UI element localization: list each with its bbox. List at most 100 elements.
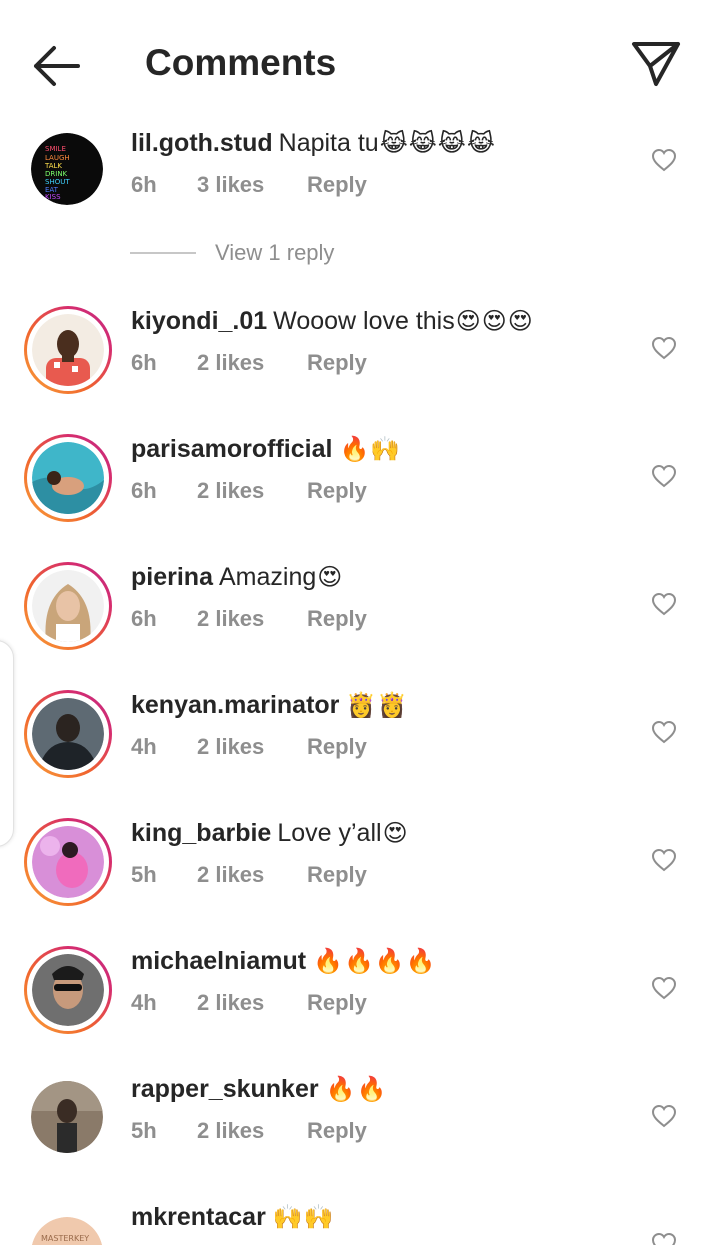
svg-text:DRINK: DRINK: [45, 170, 68, 178]
comment-item: kiyondi_.01 Wooow love this😍😍😍 6h 2 likes R…: [0, 306, 720, 426]
comment-username[interactable]: king_barbie: [131, 819, 271, 847]
svg-text:KISS: KISS: [45, 193, 61, 201]
comment-username[interactable]: mkrentacar: [131, 1203, 266, 1231]
reply-button[interactable]: Reply: [307, 478, 367, 504]
comment-meta: 5h 2 likes Reply: [131, 862, 367, 888]
comment-likes[interactable]: 2 likes: [197, 990, 307, 1016]
heart-icon[interactable]: [651, 148, 677, 172]
comment-emoji: 😹😹😹😹: [379, 130, 496, 157]
comment-text: Amazing: [218, 563, 317, 591]
comment-meta: 6h 2 likes Reply: [131, 606, 367, 632]
comment-emoji: 🙌🙌: [272, 1204, 335, 1231]
svg-text:TALK: TALK: [44, 162, 62, 170]
page-title: Comments: [145, 42, 337, 83]
heart-icon[interactable]: [651, 1104, 677, 1128]
comment-likes[interactable]: 2 likes: [197, 1118, 307, 1144]
reply-button[interactable]: Reply: [307, 734, 367, 760]
comment-item: rapper_skunker 🔥🔥 5h 2 likes Reply: [0, 1074, 720, 1194]
comment-meta: 4h 2 likes Reply: [131, 734, 367, 760]
comment-username[interactable]: rapper_skunker: [131, 1075, 319, 1103]
comment-meta: 6h 2 likes Reply: [131, 350, 367, 376]
heart-icon[interactable]: [651, 976, 677, 1000]
avatar-image: MASTERKEY: [31, 1217, 103, 1245]
comment-time: 6h: [131, 350, 157, 375]
comment-time: 6h: [131, 606, 157, 631]
heart-icon[interactable]: [651, 1232, 677, 1245]
share-button[interactable]: [628, 36, 684, 92]
avatar[interactable]: [24, 1074, 112, 1162]
comment-username[interactable]: kiyondi_.01: [131, 307, 267, 335]
avatar[interactable]: [24, 818, 112, 906]
comment-text: Napita tu: [278, 129, 379, 157]
svg-text:LAUGH: LAUGH: [45, 154, 70, 162]
comment-likes[interactable]: 2 likes: [197, 734, 307, 760]
comment-username[interactable]: lil.goth.stud: [131, 129, 273, 157]
comment-likes[interactable]: 2 likes: [197, 350, 307, 376]
comment-meta: 4h 2 likes Reply: [131, 990, 367, 1016]
comment-time: 6h: [131, 478, 157, 503]
avatar-image: [31, 1081, 103, 1153]
comment-username[interactable]: kenyan.marinator: [131, 691, 339, 719]
comment-time: 6h: [131, 172, 157, 197]
reply-button[interactable]: Reply: [307, 990, 367, 1016]
avatar-image: [32, 442, 104, 514]
avatar-image: [32, 698, 104, 770]
comment-meta: 6h 2 likes Reply: [131, 478, 367, 504]
avatar[interactable]: [24, 306, 112, 394]
heart-icon[interactable]: [651, 720, 677, 744]
reply-button[interactable]: Reply: [307, 172, 367, 198]
reply-button[interactable]: Reply: [307, 606, 367, 632]
comment-username[interactable]: parisamorofficial: [131, 435, 332, 463]
avatar[interactable]: SMILE LAUGH TALK DRINK SHOUT EAT KISS: [24, 128, 112, 216]
divider: [130, 252, 196, 254]
comment-likes[interactable]: 2 likes: [197, 478, 307, 504]
comment-emoji: 👸👸: [346, 692, 409, 719]
comment-emoji: 🔥🔥: [325, 1076, 388, 1103]
comment-item: parisamorofficial 🔥🙌 6h 2 likes Reply: [0, 434, 720, 554]
comment-item: SMILE LAUGH TALK DRINK SHOUT EAT KISS li…: [0, 128, 720, 248]
comment-time: 4h: [131, 734, 157, 759]
comment-time: 5h: [131, 1118, 157, 1143]
comment-likes[interactable]: 2 likes: [197, 606, 307, 632]
comment-emoji: 😍: [317, 564, 344, 591]
top-bar: Comments: [0, 0, 720, 120]
svg-text:SHOUT: SHOUT: [45, 178, 70, 186]
avatar[interactable]: [24, 562, 112, 650]
comment-likes[interactable]: 2 likes: [197, 862, 307, 888]
avatar-image: SMILE LAUGH TALK DRINK SHOUT EAT KISS: [31, 133, 103, 205]
avatar[interactable]: [24, 690, 112, 778]
avatar-image: [32, 954, 104, 1026]
comment-likes[interactable]: 3 likes: [197, 172, 307, 198]
avatar[interactable]: [24, 434, 112, 522]
comment-meta: 6h 3 likes Reply: [131, 172, 367, 198]
avatar-image: [32, 826, 104, 898]
comment-item: pierina Amazing😍 6h 2 likes Reply: [0, 562, 720, 682]
paper-plane-icon: [632, 42, 680, 86]
view-replies-label[interactable]: View 1 reply: [215, 240, 334, 266]
heart-icon[interactable]: [651, 592, 677, 616]
comment-item: MASTERKEY mkrentacar 🙌🙌: [0, 1202, 720, 1245]
comment-meta: 5h 2 likes Reply: [131, 1118, 367, 1144]
comment-emoji: 🔥🙌: [339, 436, 402, 463]
comment-username[interactable]: pierina: [131, 563, 213, 591]
avatar[interactable]: MASTERKEY: [24, 1210, 112, 1245]
back-button[interactable]: [28, 40, 84, 92]
reply-button[interactable]: Reply: [307, 1118, 367, 1144]
avatar-image: [32, 570, 104, 642]
comment-username[interactable]: michaelniamut: [131, 947, 306, 975]
reply-button[interactable]: Reply: [307, 350, 367, 376]
comment-text: Love y’all: [277, 819, 382, 847]
svg-text:SMILE: SMILE: [45, 145, 66, 153]
comment-emoji: 😍😍😍: [455, 308, 534, 335]
heart-icon[interactable]: [651, 336, 677, 360]
arrow-left-icon: [34, 46, 80, 86]
avatar-image: [32, 314, 104, 386]
comment-emoji: 😍: [382, 820, 409, 847]
avatar[interactable]: [24, 946, 112, 1034]
heart-icon[interactable]: [651, 848, 677, 872]
comment-time: 4h: [131, 990, 157, 1015]
comment-item: michaelniamut 🔥🔥🔥🔥 4h 2 likes Reply: [0, 946, 720, 1066]
comment-item: kenyan.marinator 👸👸 4h 2 likes Reply: [0, 690, 720, 810]
reply-button[interactable]: Reply: [307, 862, 367, 888]
heart-icon[interactable]: [651, 464, 677, 488]
